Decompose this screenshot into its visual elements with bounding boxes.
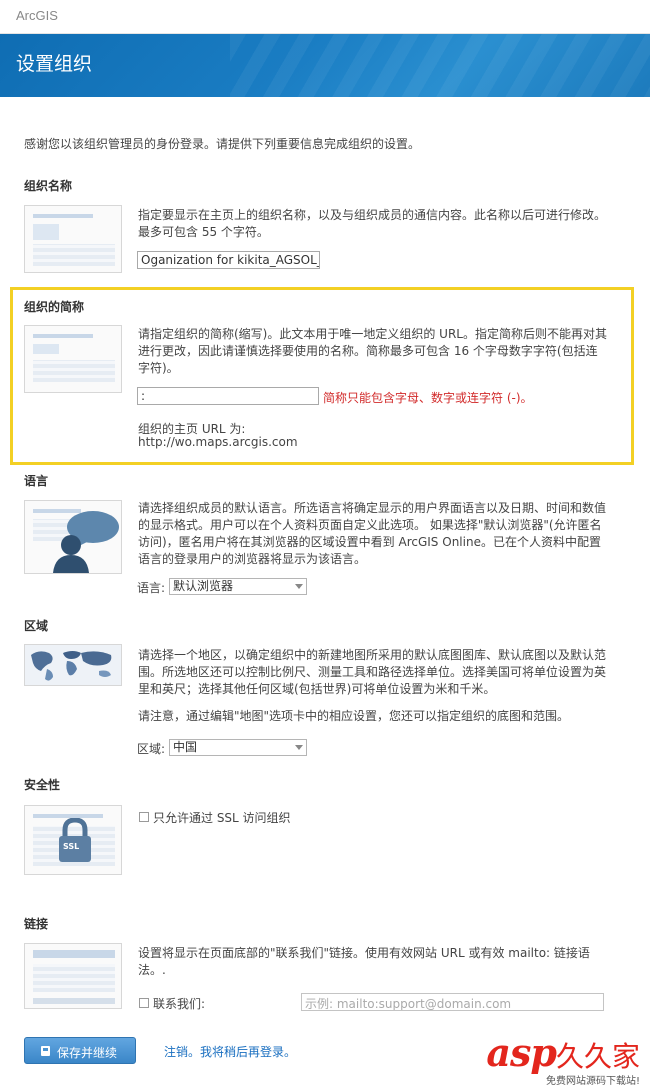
desc-line: 请选择组织成员的默认语言。所选语言将确定显示的用户界面语言以及日期、时间和数值 <box>138 501 607 515</box>
org-name-heading: 组织名称 <box>24 179 73 193</box>
save-button-label: 保存并继续 <box>57 1046 118 1060</box>
region-selected-value: 中国 <box>173 740 198 754</box>
desc-line: 语言的登录用户的浏览器将显示为该语言。 <box>138 552 367 566</box>
save-icon <box>41 1046 50 1056</box>
chevron-down-icon <box>295 745 303 750</box>
org-name-description: 指定要显示在主页上的组织名称，以及与组织成员的通信内容。此名称以后可进行修改。 … <box>138 207 618 241</box>
arcgis-logo[interactable]: ArcGIS <box>16 8 58 23</box>
desc-line: 最多可包含 55 个字符。 <box>138 225 269 239</box>
contact-us-input[interactable]: 示例: mailto:support@domain.com <box>301 993 604 1011</box>
region-note: 请注意，通过编辑"地图"选项卡中的相应设置，您还可以指定组织的底图和范围。 <box>138 709 570 723</box>
desc-line: 进行更改，因此请谨慎选择要使用的名称。简称最多可包含 16 个字母数字字符(包括… <box>138 344 598 358</box>
short-name-heading: 组织的简称 <box>24 300 85 314</box>
contact-us-checkbox[interactable] <box>139 998 149 1008</box>
short-name-input[interactable]: : <box>137 387 319 405</box>
region-label: 区域: <box>137 742 166 756</box>
desc-line: 的显示格式。用户可以在个人资料页面自定义此选项。 如果选择"默认浏览器"(允许匿… <box>138 518 602 532</box>
top-bar: ArcGIS <box>0 0 650 34</box>
org-name-thumbnail <box>24 205 122 273</box>
watermark-cn: 久久家 <box>555 1040 640 1073</box>
org-url-value: http://wo.maps.arcgis.com <box>138 435 298 449</box>
watermark-sub: 免费网站源码下载站! <box>545 1076 640 1087</box>
language-thumbnail <box>24 500 122 574</box>
ssl-only-label: 只允许通过 SSL 访问组织 <box>153 811 291 825</box>
desc-line: 里和英尺；选择其他任何区域(包括世界)可将单位设置为米和千米。 <box>138 682 496 696</box>
thumb-box <box>33 224 59 240</box>
banner-decoration <box>230 34 650 97</box>
contact-us-label: 联系我们: <box>153 997 206 1011</box>
short-name-description: 请指定组织的简称(缩写)。此文本用于唯一地定义组织的 URL。指定简称后则不能再… <box>138 326 618 377</box>
security-thumbnail: SSL <box>24 805 122 875</box>
thumb-bar <box>33 950 115 958</box>
region-thumbnail <box>24 644 122 686</box>
desc-line: 法。. <box>138 963 166 977</box>
short-name-error: 简称只能包含字母、数字或连字符 (-)。 <box>323 391 533 405</box>
region-description: 请选择一个地区，以确定组织中的新建地图所采用的默认底图图库、默认底图以及默认范 … <box>138 647 618 698</box>
desc-line: 访问)，匿名用户将在其浏览器的区域设置中看到 ArcGIS Online。已在个… <box>138 535 601 549</box>
sign-out-link[interactable]: 注销。我将稍后再登录。 <box>164 1043 296 1060</box>
desc-line: 指定要显示在主页上的组织名称，以及与组织成员的通信内容。此名称以后可进行修改。 <box>138 208 607 222</box>
org-name-input[interactable]: Oganization for kikita_AGSOL_ <box>137 251 320 269</box>
world-map-icon <box>25 645 121 685</box>
thumb-box <box>33 344 59 354</box>
intro-text: 感谢您以该组织管理员的身份登录。请提供下列重要信息完成组织的设置。 <box>24 137 421 151</box>
security-heading: 安全性 <box>24 778 61 792</box>
lock-icon <box>59 818 91 862</box>
desc-line: 请指定组织的简称(缩写)。此文本用于唯一地定义组织的 URL。指定简称后则不能再… <box>138 327 607 341</box>
links-thumbnail <box>24 943 122 1009</box>
save-and-continue-button[interactable]: 保存并继续 <box>24 1037 136 1064</box>
desc-line: 围。所选地区还可以控制比例尺、测量工具和路径选择单位。选择美国可将单位设置为英 <box>138 665 607 679</box>
links-description: 设置将显示在页面底部的"联系我们"链接。使用有效网站 URL 或有效 mailt… <box>138 945 618 979</box>
language-heading: 语言 <box>24 474 49 488</box>
desc-line: 设置将显示在页面底部的"联系我们"链接。使用有效网站 URL 或有效 mailt… <box>138 946 590 960</box>
ssl-badge-text: SSL <box>63 842 80 851</box>
language-description: 请选择组织成员的默认语言。所选语言将确定显示的用户界面语言以及日期、时间和数值 … <box>138 500 618 568</box>
thumb-block <box>33 244 115 266</box>
thumb-block <box>33 964 115 992</box>
site-watermark: asp久久家 免费网站源码下载站! <box>486 1030 640 1087</box>
watermark-main: asp <box>486 1030 557 1075</box>
thumb-footer-bar <box>33 998 115 1004</box>
language-select[interactable]: 默认浏览器 <box>169 578 307 595</box>
ssl-only-checkbox[interactable] <box>139 812 149 822</box>
desc-line: 请选择一个地区，以确定组织中的新建地图所采用的默认底图图库、默认底图以及默认范 <box>138 648 607 662</box>
region-heading: 区域 <box>24 619 49 633</box>
language-selected-value: 默认浏览器 <box>173 579 234 593</box>
desc-line: 字符)。 <box>138 361 179 375</box>
thumb-bar <box>33 214 93 218</box>
thumb-bar <box>33 334 93 338</box>
short-name-thumbnail <box>24 325 122 393</box>
thumb-block <box>33 360 115 382</box>
region-select[interactable]: 中国 <box>169 739 307 756</box>
page-title: 设置组织 <box>16 53 93 75</box>
links-heading: 链接 <box>24 917 49 931</box>
page-header-banner: 设置组织 <box>0 34 650 97</box>
chevron-down-icon <box>295 584 303 589</box>
language-label: 语言: <box>137 581 166 595</box>
user-speech-icon <box>53 511 119 573</box>
